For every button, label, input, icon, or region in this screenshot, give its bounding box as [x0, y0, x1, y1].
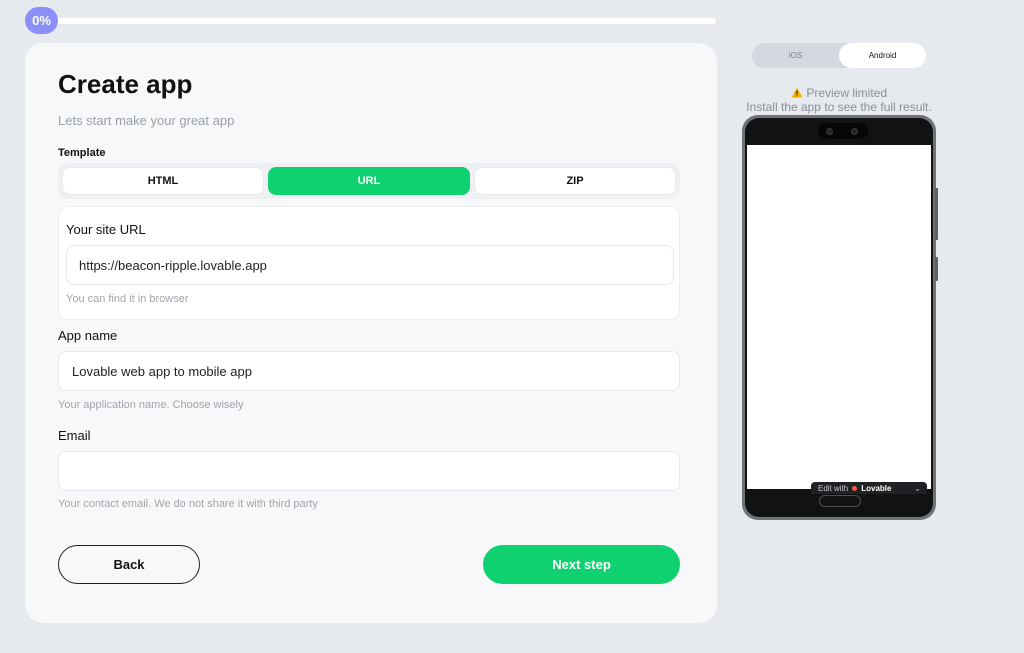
site-url-input[interactable]: https://beacon-ripple.lovable.app [66, 245, 674, 285]
os-toggle: iOS Android [752, 43, 926, 68]
page-subtitle: Lets start make your great app [58, 113, 235, 128]
phone-body: Edit with Lovable ⌄ [745, 118, 933, 517]
app-name-input[interactable]: Lovable web app to mobile app [58, 351, 680, 391]
camera-notch [818, 123, 868, 139]
phone-side-button [935, 188, 938, 240]
edit-bar-brand: Lovable [861, 483, 892, 493]
email-field[interactable] [58, 451, 680, 491]
site-url-hint: You can find it in browser [66, 293, 189, 305]
preview-warning: Preview limited Install the app to see t… [726, 86, 952, 114]
edit-bar-prefix: Edit with [818, 483, 849, 493]
progress-badge: 0% [25, 7, 58, 34]
home-button [819, 495, 861, 507]
app-name-label: App name [58, 328, 118, 343]
camera-icon [851, 128, 858, 135]
progress-track [40, 18, 716, 24]
next-step-button[interactable]: Next step [483, 545, 680, 584]
template-option-zip[interactable]: ZIP [474, 167, 676, 195]
template-option-html[interactable]: HTML [62, 167, 264, 195]
email-label: Email [58, 428, 91, 443]
app-preview-screen [747, 145, 931, 489]
app-name-hint: Your application name. Choose wisely [58, 399, 244, 411]
phone-frame: Edit with Lovable ⌄ [742, 115, 936, 520]
template-selector: HTML URL ZIP [58, 163, 680, 199]
email-hint: Your contact email. We do not share it w… [58, 498, 318, 510]
back-button[interactable]: Back [58, 545, 200, 584]
edit-with-lovable-bar[interactable]: Edit with Lovable ⌄ [811, 482, 927, 494]
os-option-ios[interactable]: iOS [752, 43, 839, 68]
create-app-card: Create app Lets start make your great ap… [25, 43, 717, 623]
page-title: Create app [58, 69, 193, 99]
warning-icon [791, 86, 806, 100]
camera-icon [826, 128, 833, 135]
preview-warning-title: Preview limited [806, 86, 888, 100]
template-option-url[interactable]: URL [268, 167, 470, 195]
template-label: Template [58, 147, 106, 159]
heart-icon [852, 485, 858, 491]
preview-warning-text: Install the app to see the full result. [746, 100, 932, 114]
phone-side-button [935, 257, 938, 281]
chevron-down-icon[interactable]: ⌄ [914, 484, 921, 493]
os-option-android[interactable]: Android [839, 43, 926, 68]
site-url-section: Your site URL https://beacon-ripple.lova… [58, 206, 680, 320]
site-url-label: Your site URL [66, 222, 146, 237]
